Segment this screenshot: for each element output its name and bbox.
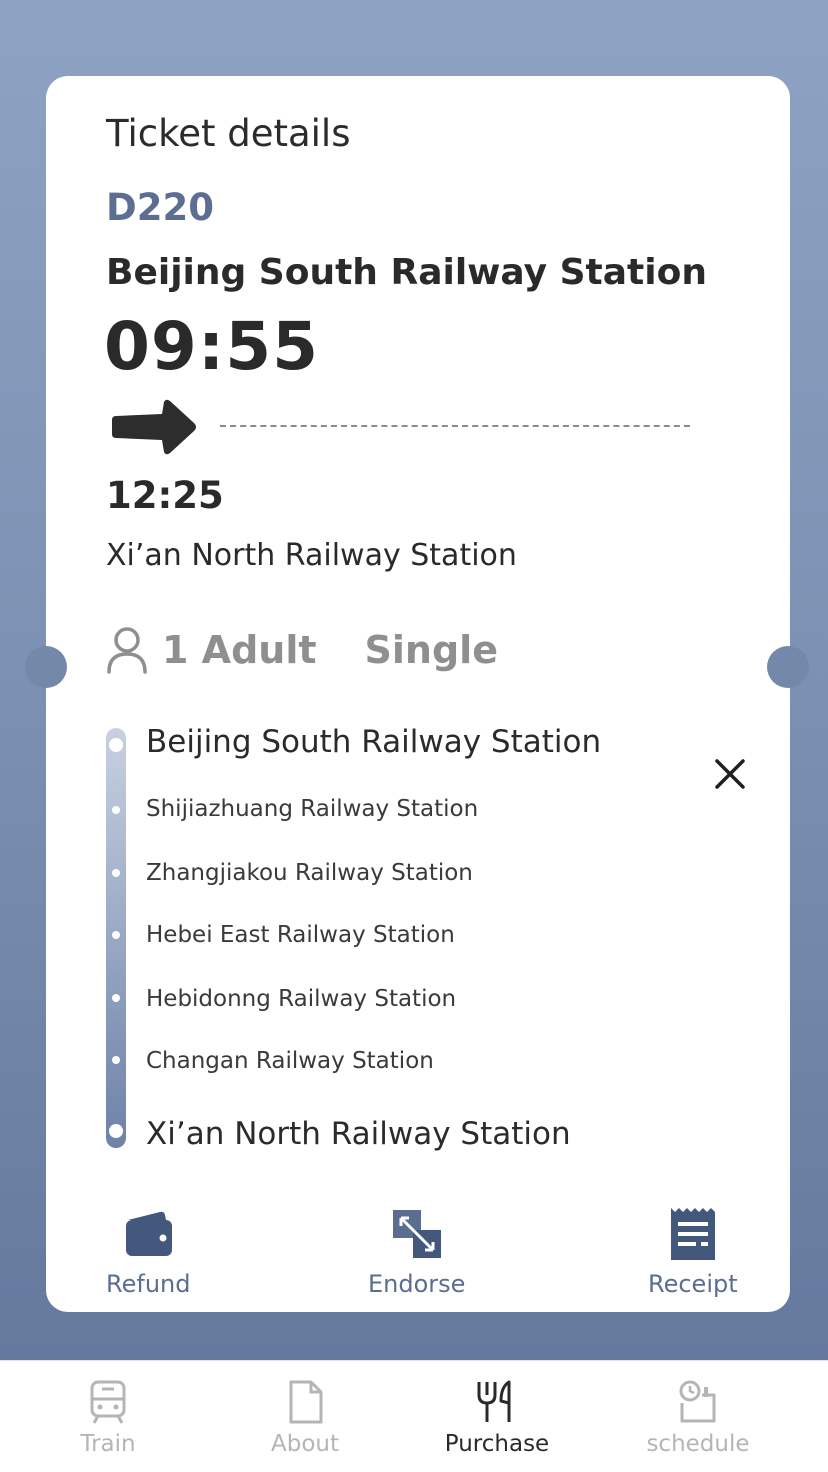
bottom-tab-bar: Train About Purchase schedule [0,1360,828,1472]
arrival-station: Xi’an North Railway Station [106,538,517,573]
endorse-button[interactable]: Endorse [368,1206,465,1298]
passenger-info: 1 Adult Single [106,624,498,676]
cutlery-icon [477,1380,511,1422]
ticket-notch-right [767,646,809,688]
endorse-label: Endorse [368,1270,466,1298]
ticket-type: Single [364,628,498,672]
route-stop: Shijiazhuang Railway Station [146,796,479,822]
destination-dot [109,1124,123,1138]
departure-time: 09:55 [104,308,320,385]
train-icon [90,1380,126,1424]
tab-about-label: About [270,1431,339,1457]
ticket-notch-left [25,646,67,688]
tab-purchase-label: Purchase [444,1431,550,1457]
stop-dot [112,869,120,877]
departure-station: Beijing South Railway Station [106,252,707,293]
tab-train-label: Train [80,1431,136,1457]
route-stop: Hebidonng Railway Station [146,986,457,1012]
ticket-card: Ticket details D220 Beijing South Railwa… [46,76,790,1312]
stop-dot [112,806,120,814]
train-number: D220 [106,186,214,229]
receipt-icon [670,1208,715,1260]
origin-dot [109,738,123,752]
route-destination: Xi’an North Railway Station [146,1116,571,1152]
tab-about[interactable]: About [225,1379,385,1457]
document-icon [289,1380,323,1424]
receipt-button[interactable]: Receipt [648,1206,738,1298]
stop-dot [112,931,120,939]
wallet-icon [126,1211,173,1256]
route-stop: Zhangjiakou Railway Station [146,860,473,886]
page-title: Ticket details [106,112,351,155]
tab-train[interactable]: Train [28,1379,188,1457]
arrival-time: 12:25 [106,474,224,517]
arrow-right-icon [112,399,196,455]
route-stop: Hebei East Railway Station [146,922,455,948]
swap-arrows-icon [392,1210,441,1258]
refund-label: Refund [106,1270,191,1298]
refund-button[interactable]: Refund [106,1206,190,1298]
person-icon [107,627,147,674]
passenger-count: 1 Adult [162,628,317,672]
receipt-label: Receipt [648,1270,738,1298]
stop-dot [112,994,120,1002]
route-stop: Changan Railway Station [146,1048,434,1074]
tab-schedule[interactable]: schedule [618,1379,778,1457]
route-origin: Beijing South Railway Station [146,724,602,760]
stop-dot [112,1056,120,1064]
tab-schedule-label: schedule [646,1431,750,1457]
route-dashed-line [220,425,690,427]
schedule-icon [679,1380,716,1423]
tab-purchase[interactable]: Purchase [417,1379,577,1457]
close-icon[interactable] [712,756,748,792]
